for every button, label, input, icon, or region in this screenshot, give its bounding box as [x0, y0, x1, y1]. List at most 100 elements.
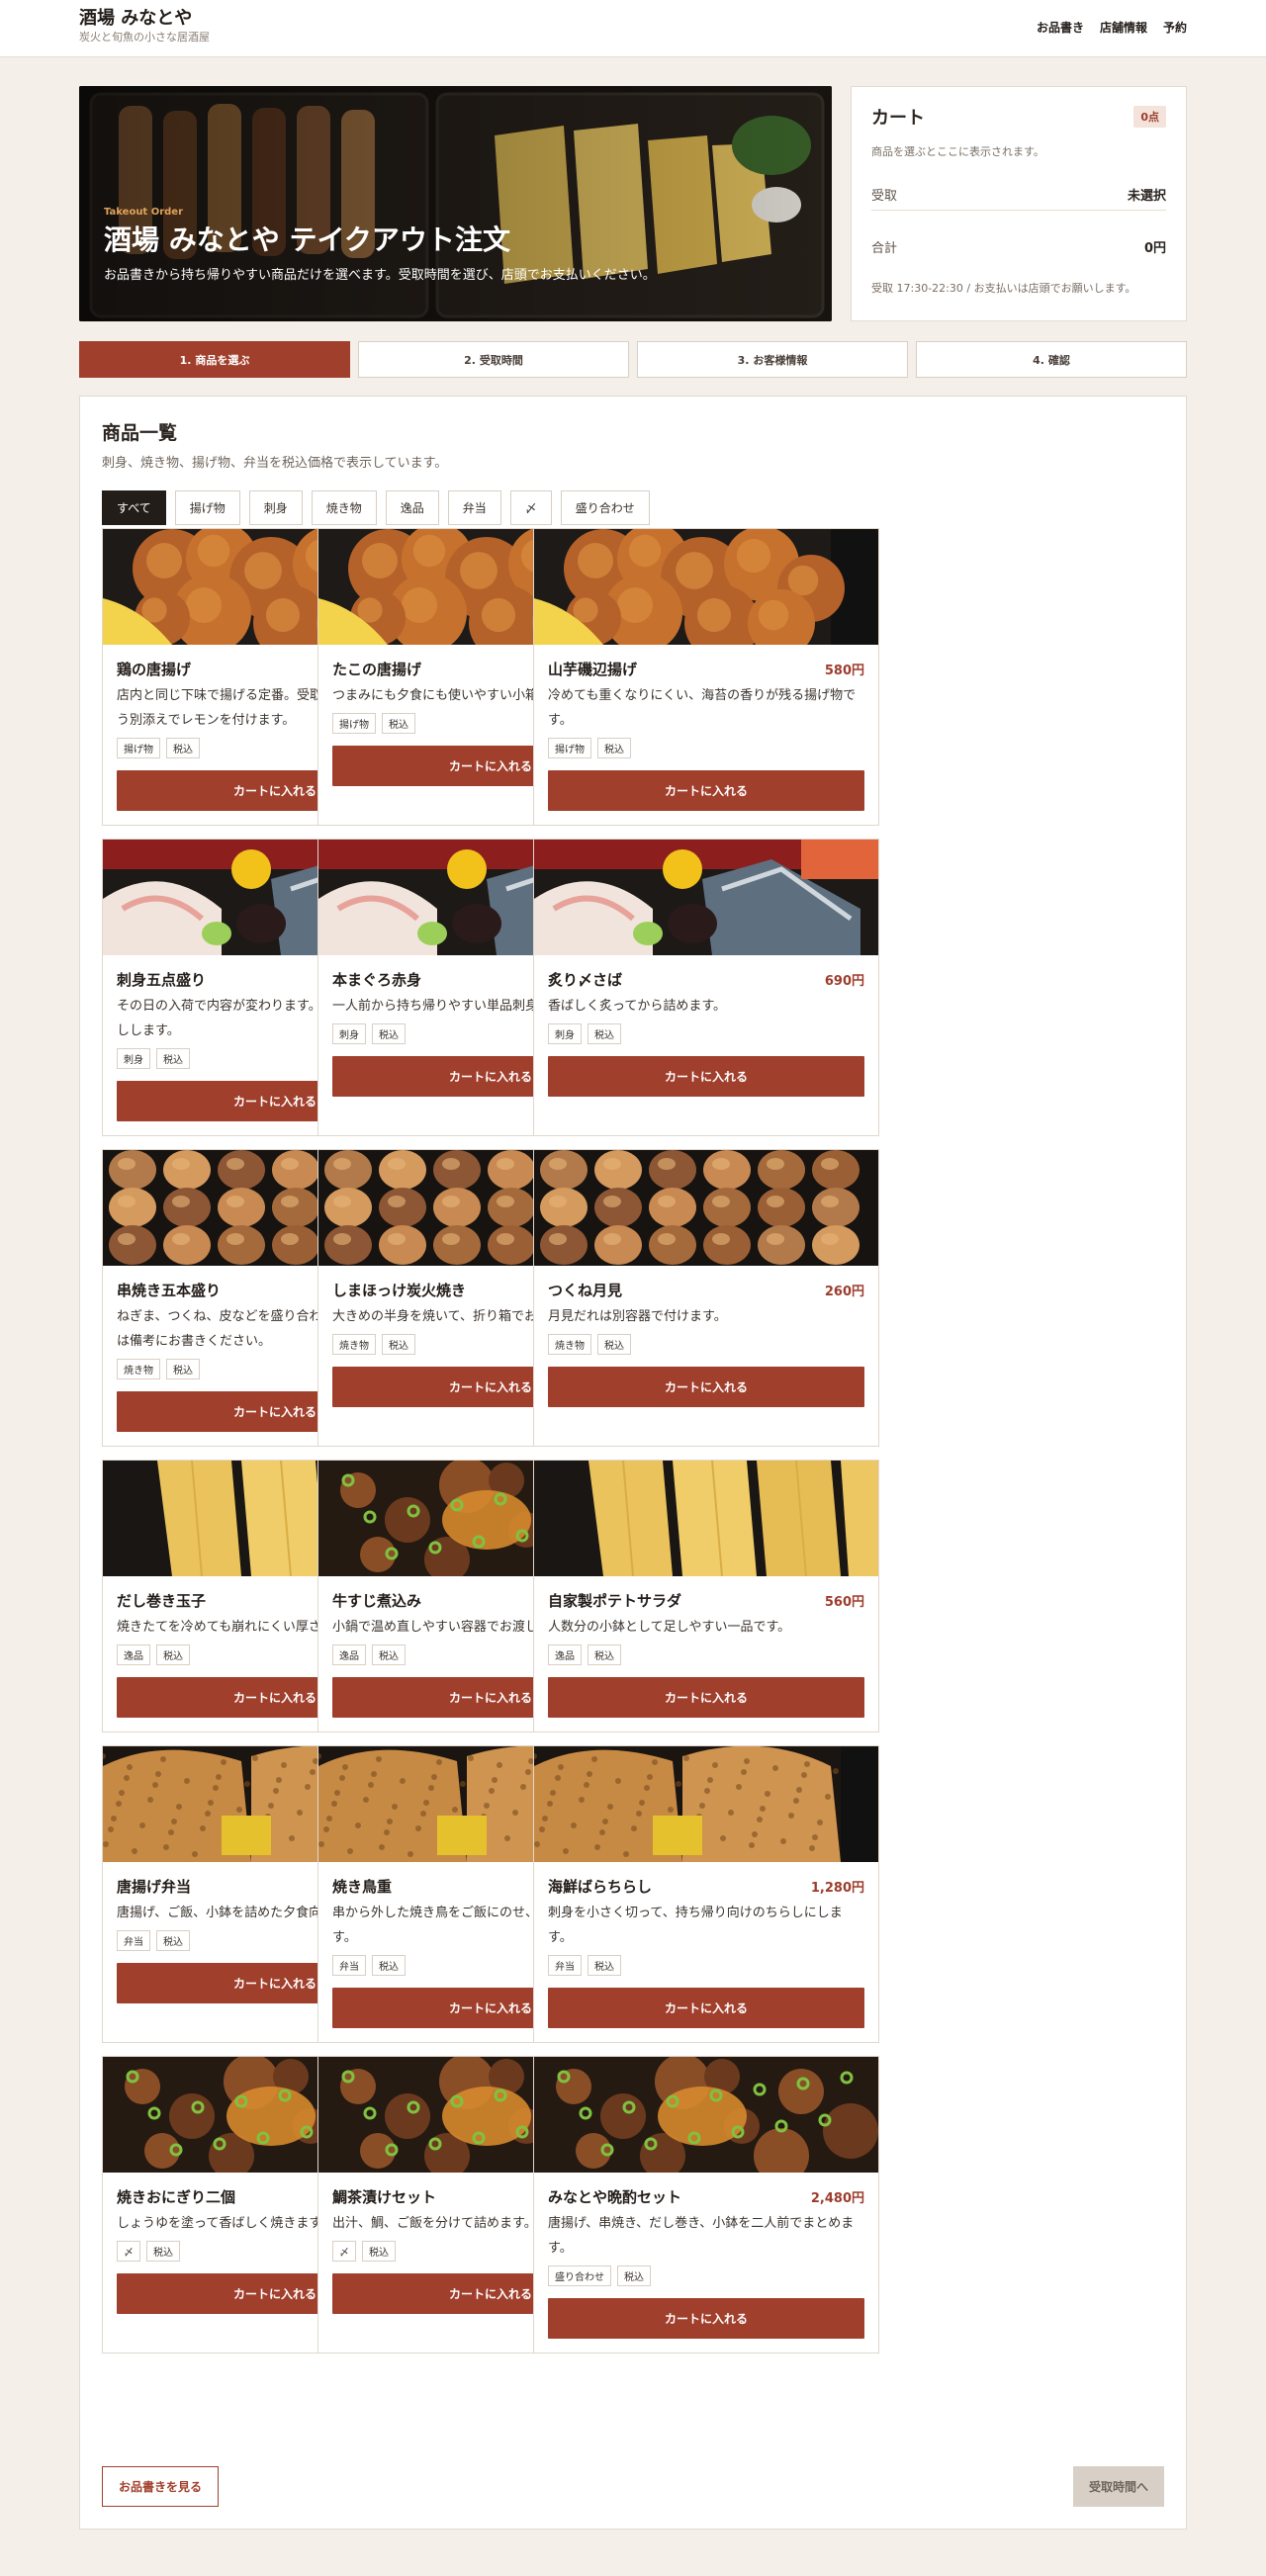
panel-title: 商品一覧	[102, 422, 178, 444]
add-to-cart-button[interactable]: カートに入れる	[548, 2298, 864, 2339]
product-card-body: 山芋磯辺揚げ 580円冷めても重くなりにくい、海苔の香りが残る揚げ物です。揚げ物税…	[534, 645, 878, 825]
tax-tag: 税込	[382, 713, 415, 734]
product-card-header: 自家製ポテトサラダ 560円	[548, 1590, 864, 1610]
product-description: 冷めても重くなりにくい、海苔の香りが残る揚げ物です。	[548, 688, 857, 728]
filter-platter[interactable]: 盛り合わせ	[560, 490, 650, 525]
category-tag: 逸品	[548, 1644, 582, 1665]
nav-store-info-link[interactable]: 店舗情報	[1100, 19, 1147, 36]
category-tag: 〆	[117, 2241, 140, 2262]
product-card-header: みなとや晩酌セット 2,480円	[548, 2186, 864, 2206]
panel-subtitle: 刺身、焼き物、揚げ物、弁当を税込価格で表示しています。	[102, 456, 448, 471]
step-pickup-time[interactable]: 2. 受取時間	[358, 341, 629, 378]
step-customer-info[interactable]: 3. お客様情報	[637, 341, 908, 378]
step-select-items[interactable]: 1. 商品を選ぶ	[79, 341, 350, 378]
filter-all[interactable]: すべて	[102, 490, 166, 525]
category-tag: 焼き物	[332, 1334, 376, 1355]
category-tag: 逸品	[332, 1644, 366, 1665]
filter-specialty[interactable]: 逸品	[385, 490, 439, 525]
tax-tag: 税込	[156, 1644, 190, 1665]
filter-grilled[interactable]: 焼き物	[311, 490, 377, 525]
product-name: 牛すじ煮込み	[332, 1591, 422, 1610]
product-tags: 揚げ物 税込	[548, 738, 864, 758]
product-card-body: 海鮮ばらちらし 1,280円 刺身を小さく切って、持ち帰り向けのちらしにします。 弁当…	[534, 1862, 878, 2042]
category-tag: 盛り合わせ	[548, 2265, 611, 2286]
category-tag: 弁当	[548, 1955, 582, 1976]
category-tag: 弁当	[332, 1955, 366, 1976]
add-to-cart-button[interactable]: カートに入れる	[548, 1988, 864, 2028]
site-header: 酒場 みなとや 炭火と旬魚の小さな居酒屋 お品書き 店舗情報 予約	[0, 0, 1266, 57]
next-pickup-time-button[interactable]: 受取時間へ	[1072, 2466, 1164, 2507]
tax-tag: 税込	[597, 738, 631, 758]
filter-fried[interactable]: 揚げ物	[174, 490, 240, 525]
product-name: しまほっけ炭火焼き	[332, 1281, 467, 1299]
product-photo	[534, 1461, 878, 1576]
cart-header: カート 0点	[871, 104, 1166, 130]
product-name: 串焼き五本盛り	[117, 1281, 222, 1299]
product-tags: 逸品 税込	[548, 1644, 864, 1665]
tax-tag: 税込	[146, 2241, 180, 2262]
nav-reservation-link[interactable]: 予約	[1163, 19, 1187, 36]
product-tags: 盛り合わせ 税込	[548, 2265, 864, 2286]
filter-sashimi[interactable]: 刺身	[248, 490, 303, 525]
category-tag: 弁当	[117, 1930, 150, 1951]
product-card-header: つくね月見 260円	[548, 1280, 864, 1299]
product-photo	[534, 840, 878, 955]
product-card-body: みなとや晩酌セット 2,480円唐揚げ、串焼き、だし巻き、小鉢を二人前でまとめます…	[534, 2173, 878, 2353]
product-card: 山芋磯辺揚げ 580円冷めても重くなりにくい、海苔の香りが残る揚げ物です。揚げ物税…	[533, 528, 879, 826]
product-tags: 弁当 税込	[548, 1955, 864, 1976]
step-confirm[interactable]: 4. 確認	[916, 341, 1187, 378]
brand[interactable]: 酒場 みなとや 炭火と旬魚の小さな居酒屋	[79, 7, 210, 44]
hero-title: 酒場 みなとや テイクアウト注文	[104, 223, 510, 256]
tax-tag: 税込	[588, 1644, 621, 1665]
filter-finisher[interactable]: 〆	[509, 490, 552, 525]
category-tag: 逸品	[117, 1644, 150, 1665]
product-card-header: 炙り〆さば 690円	[548, 969, 864, 989]
cart-pickup-label: 受取	[871, 189, 898, 204]
product-tags: 焼き物 税込	[548, 1334, 864, 1355]
add-to-cart-button[interactable]: カートに入れる	[548, 1367, 864, 1407]
cart-total-row: 合計 0円	[871, 230, 1166, 262]
product-name: つくね月見	[548, 1281, 623, 1299]
nav-menu-link[interactable]: お品書き	[1037, 19, 1084, 36]
product-price: 1,280円	[810, 1880, 864, 1896]
product-name: 唐揚げ弁当	[117, 1877, 192, 1896]
add-to-cart-button[interactable]: カートに入れる	[548, 770, 864, 811]
add-to-cart-button[interactable]: カートに入れる	[548, 1677, 864, 1718]
product-card-body: 自家製ポテトサラダ 560円人数分の小鉢として足しやすい一品です。逸品 税込カートに…	[534, 1576, 878, 1732]
category-tag: 焼き物	[548, 1334, 591, 1355]
category-tag: 刺身	[332, 1023, 366, 1044]
cart-panel: カート 0点 商品を選ぶとここに表示されます。 受取 未選択 合計 0円 受取 …	[851, 86, 1187, 321]
hero-banner: Takeout Order 酒場 みなとや テイクアウト注文 お品書きから持ち帰…	[79, 86, 832, 321]
cart-pickup-row: 受取 未選択	[871, 179, 1166, 211]
product-description: 月見だれは別容器で付けます。	[548, 1309, 727, 1324]
product-price: 2,480円	[810, 2190, 864, 2206]
product-panel: 商品一覧 刺身、焼き物、揚げ物、弁当を税込価格で表示しています。 すべて 揚げ物…	[79, 396, 1187, 2530]
add-to-cart-button[interactable]: カートに入れる	[548, 1056, 864, 1097]
product-name: 鯛茶漬けセット	[332, 2187, 437, 2206]
view-menu-button[interactable]: お品書きを見る	[102, 2466, 220, 2507]
product-name: 自家製ポテトサラダ	[548, 1591, 682, 1610]
category-tag: 刺身	[548, 1023, 582, 1044]
product-price: 580円	[824, 663, 864, 678]
product-card: 海鮮ばらちらし 1,280円 刺身を小さく切って、持ち帰り向けのちらしにします。 弁当…	[533, 1745, 879, 2043]
product-name: みなとや晩酌セット	[548, 2187, 682, 2206]
product-price: 690円	[824, 973, 864, 989]
filter-bento[interactable]: 弁当	[447, 490, 501, 525]
product-photo	[534, 529, 878, 645]
product-description: 唐揚げ、串焼き、だし巻き、小鉢を二人前でまとめます。	[548, 2216, 855, 2256]
product-card-header: 海鮮ばらちらし 1,280円	[548, 1876, 864, 1896]
product-name: 本まぐろ赤身	[332, 970, 422, 989]
product-description: 人数分の小鉢として足しやすい一品です。	[548, 1620, 791, 1635]
tax-tag: 税込	[597, 1334, 631, 1355]
product-card-body: つくね月見 260円月見だれは別容器で付けます。焼き物 税込カートに入れる	[534, 1266, 878, 1421]
product-tags: 刺身 税込	[548, 1023, 864, 1044]
category-tag: 揚げ物	[117, 738, 160, 758]
category-tag: 刺身	[117, 1048, 150, 1069]
product-photo	[534, 1746, 878, 1862]
cart-total-value: 0円	[1143, 240, 1166, 256]
tax-tag: 税込	[156, 1930, 190, 1951]
product-name: 山芋磯辺揚げ	[548, 660, 638, 678]
tax-tag: 税込	[588, 1023, 621, 1044]
product-card-body: 炙り〆さば 690円 香ばしく炙ってから詰めます。 刺身 税込 カートに入れる	[534, 955, 878, 1110]
product-name: たこの唐揚げ	[332, 660, 422, 678]
